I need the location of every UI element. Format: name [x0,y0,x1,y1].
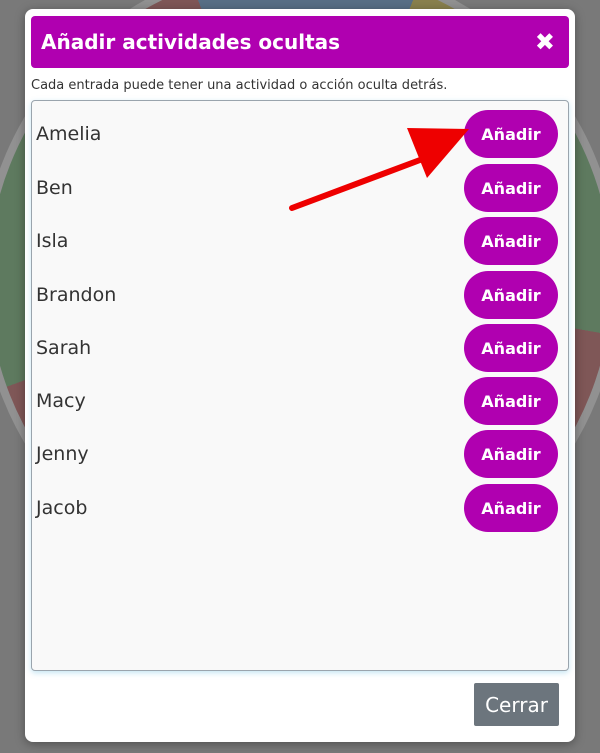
list-item: Isla Añadir [32,215,568,267]
add-activity-button[interactable]: Añadir [464,110,558,158]
list-item: Jacob Añadir [32,482,568,534]
add-activity-button[interactable]: Añadir [464,164,558,212]
entry-name: Ben [36,177,73,199]
entry-name: Isla [36,230,69,252]
cerrar-button[interactable]: Cerrar [474,683,559,726]
entry-name: Macy [36,390,86,412]
add-activity-button[interactable]: Añadir [464,217,558,265]
entry-name: Jenny [36,443,89,465]
add-activity-button[interactable]: Añadir [464,377,558,425]
entry-name: Sarah [36,337,92,359]
entries-list[interactable]: Amelia Añadir Ben Añadir Isla Añadir Bra… [31,100,569,671]
list-item: Amelia Añadir [32,108,568,160]
entry-name: Jacob [36,497,88,519]
hidden-activities-dialog: Añadir actividades ocultas ✖ Cada entrad… [25,9,575,742]
add-activity-button[interactable]: Añadir [464,484,558,532]
list-item: Sarah Añadir [32,322,568,374]
dialog-header: Añadir actividades ocultas ✖ [31,16,569,68]
entry-name: Amelia [36,123,102,145]
entry-name: Brandon [36,284,117,306]
list-item: Jenny Añadir [32,428,568,480]
list-item: Macy Añadir [32,375,568,427]
list-item: Brandon Añadir [32,269,568,321]
close-icon[interactable]: ✖ [535,30,555,54]
list-item: Ben Añadir [32,162,568,214]
dialog-title: Añadir actividades ocultas [41,30,341,54]
dialog-subtitle: Cada entrada puede tener una actividad o… [31,78,448,93]
add-activity-button[interactable]: Añadir [464,271,558,319]
add-activity-button[interactable]: Añadir [464,430,558,478]
add-activity-button[interactable]: Añadir [464,324,558,372]
